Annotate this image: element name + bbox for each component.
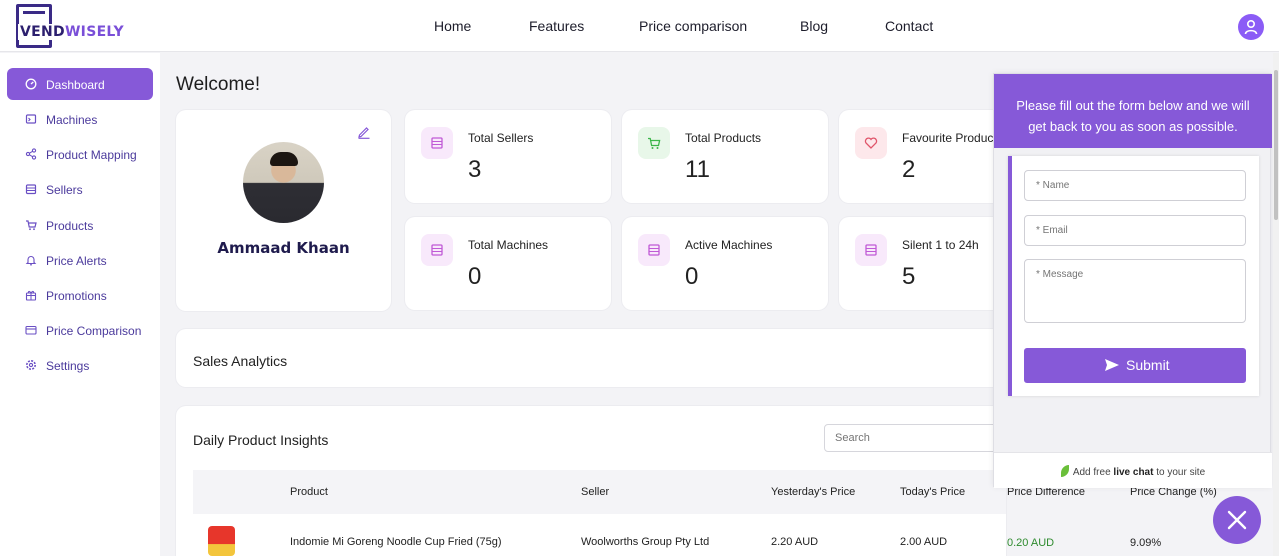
- sidebar-item-label: Promotions: [46, 289, 107, 303]
- submit-button[interactable]: Submit: [1024, 348, 1246, 383]
- sales-analytics-title: Sales Analytics: [193, 353, 288, 369]
- bell-icon: [25, 256, 37, 266]
- column-header-product: Product: [290, 486, 328, 498]
- share-icon: [25, 148, 37, 160]
- submit-label: Submit: [1126, 357, 1170, 373]
- sidebar-item-sellers[interactable]: Sellers: [7, 173, 153, 205]
- sidebar-item-dashboard[interactable]: Dashboard: [7, 68, 153, 100]
- product-thumbnail: [208, 526, 235, 556]
- sidebar-item-label: Product Mapping: [46, 148, 137, 162]
- message-field[interactable]: [1024, 259, 1246, 323]
- cart-icon: [26, 220, 37, 231]
- cell-today-price: 2.00 AUD: [900, 536, 948, 548]
- stat-title: Total Products: [685, 131, 762, 145]
- profile-name: Ammaad Khaan: [217, 239, 350, 257]
- sidebar-item-label: Products: [46, 219, 94, 233]
- card-icon: [25, 325, 37, 335]
- column-header-today-price: Today's Price: [900, 486, 966, 498]
- contact-form: Submit: [1008, 156, 1259, 396]
- stat-value: 11: [685, 156, 710, 183]
- avatar: [243, 142, 324, 223]
- machine-icon: [25, 114, 37, 124]
- sidebar-item-label: Settings: [46, 359, 90, 373]
- sidebar-item-price-alerts[interactable]: Price Alerts: [7, 244, 153, 276]
- nav-home-link[interactable]: Home: [434, 18, 471, 34]
- sales-analytics-card[interactable]: Sales Analytics: [176, 329, 1006, 387]
- search-input[interactable]: [824, 424, 1004, 452]
- gift-icon: [25, 290, 37, 301]
- table-row[interactable]: Indomie Mi Goreng Noodle Cup Fried (75g)…: [193, 514, 1006, 556]
- stat-card-total-products: Total Products 11: [622, 110, 828, 203]
- cell-price-change: 9.09%: [1130, 537, 1162, 549]
- scrollbar-thumb[interactable]: [1274, 70, 1278, 220]
- stat-value: 2: [902, 156, 916, 183]
- sidebar-item-label: Price Alerts: [46, 254, 107, 268]
- stat-title: Total Sellers: [468, 131, 534, 145]
- sidebar-item-label: Sellers: [46, 183, 83, 197]
- stat-card-total-machines: Total Machines 0: [405, 217, 611, 310]
- cell-yesterday-price: 2.20 AUD: [771, 536, 819, 548]
- sidebar-item-machines[interactable]: Machines: [7, 103, 153, 135]
- edit-icon[interactable]: [357, 125, 371, 139]
- nav-features-link[interactable]: Features: [529, 18, 584, 34]
- email-field[interactable]: [1024, 215, 1246, 246]
- table-header: Product Seller Yesterday's Price Today's…: [193, 470, 1006, 514]
- cell-seller: Woolworths Group Pty Ltd: [581, 536, 710, 548]
- stat-card-active-machines: Active Machines 0: [622, 217, 828, 310]
- profile-card: Ammaad Khaan: [176, 110, 391, 311]
- nav-contact-link[interactable]: Contact: [885, 18, 933, 34]
- dashboard-icon: [25, 78, 37, 90]
- contact-form-panel: Please fill out the form below and we wi…: [993, 73, 1272, 488]
- stat-value: 0: [468, 263, 482, 290]
- sidebar-item-promotions[interactable]: Promotions: [7, 279, 153, 311]
- stat-value: 3: [468, 156, 482, 183]
- send-icon: [1105, 359, 1119, 371]
- close-chat-button[interactable]: [1213, 496, 1261, 544]
- stat-title: Favourite Products: [902, 131, 1003, 145]
- heart-icon: [855, 127, 887, 159]
- store-icon: [855, 234, 887, 266]
- column-header-seller: Seller: [581, 486, 610, 498]
- store-icon: [421, 234, 453, 266]
- store-icon: [638, 234, 670, 266]
- promo-text-post: to your site: [1153, 467, 1206, 478]
- stat-value: 0: [685, 263, 699, 290]
- user-account-icon[interactable]: [1238, 14, 1264, 40]
- stat-title: Active Machines: [685, 238, 773, 252]
- store-icon: [25, 184, 37, 195]
- cell-price-difference: 0.20 AUD: [1007, 537, 1055, 549]
- promo-text-pre: Add free: [1072, 467, 1114, 478]
- sidebar-item-product-mapping[interactable]: Product Mapping: [7, 138, 153, 170]
- cell-product: Indomie Mi Goreng Noodle Cup Fried (75g): [290, 536, 502, 548]
- live-chat-promo[interactable]: Add free live chat to your site: [994, 452, 1272, 488]
- leaf-icon: [1060, 465, 1069, 477]
- close-icon: [1227, 510, 1247, 530]
- name-field[interactable]: [1024, 170, 1246, 201]
- stat-title: Total Machines: [468, 238, 549, 252]
- page-title: Welcome!: [176, 74, 261, 95]
- nav-blog-link[interactable]: Blog: [800, 18, 828, 34]
- stat-value: 5: [902, 263, 916, 290]
- sidebar-item-label: Machines: [46, 113, 98, 127]
- sidebar-item-label: Price Comparison: [46, 324, 142, 338]
- insights-title: Daily Product Insights: [193, 432, 329, 448]
- daily-product-insights-card: Daily Product Insights Product Seller Ye…: [176, 406, 1006, 556]
- sidebar-item-price-comparison[interactable]: Price Comparison: [7, 314, 153, 346]
- contact-form-header: Please fill out the form below and we wi…: [994, 74, 1272, 148]
- stat-title: Silent 1 to 24h: [902, 238, 979, 252]
- sidebar-item-label: Dashboard: [46, 78, 105, 92]
- nav-price-comparison-link[interactable]: Price comparison: [639, 18, 747, 34]
- sidebar-item-settings[interactable]: Settings: [7, 349, 153, 381]
- column-header-yesterday-price: Yesterday's Price: [771, 486, 856, 498]
- sidebar-item-products[interactable]: Products: [7, 209, 153, 241]
- gear-icon: [26, 360, 36, 370]
- main-nav: Home Features Price comparison Blog Cont…: [0, 0, 1279, 52]
- stat-card-total-sellers: Total Sellers 3: [405, 110, 611, 203]
- cart-icon: [638, 127, 670, 159]
- promo-text-bold: live chat: [1113, 467, 1154, 478]
- store-icon: [421, 127, 453, 159]
- top-navbar: VENDWISELY Home Features Price compariso…: [0, 0, 1279, 52]
- sidebar: Dashboard Machines Product Mapping Selle…: [0, 53, 160, 556]
